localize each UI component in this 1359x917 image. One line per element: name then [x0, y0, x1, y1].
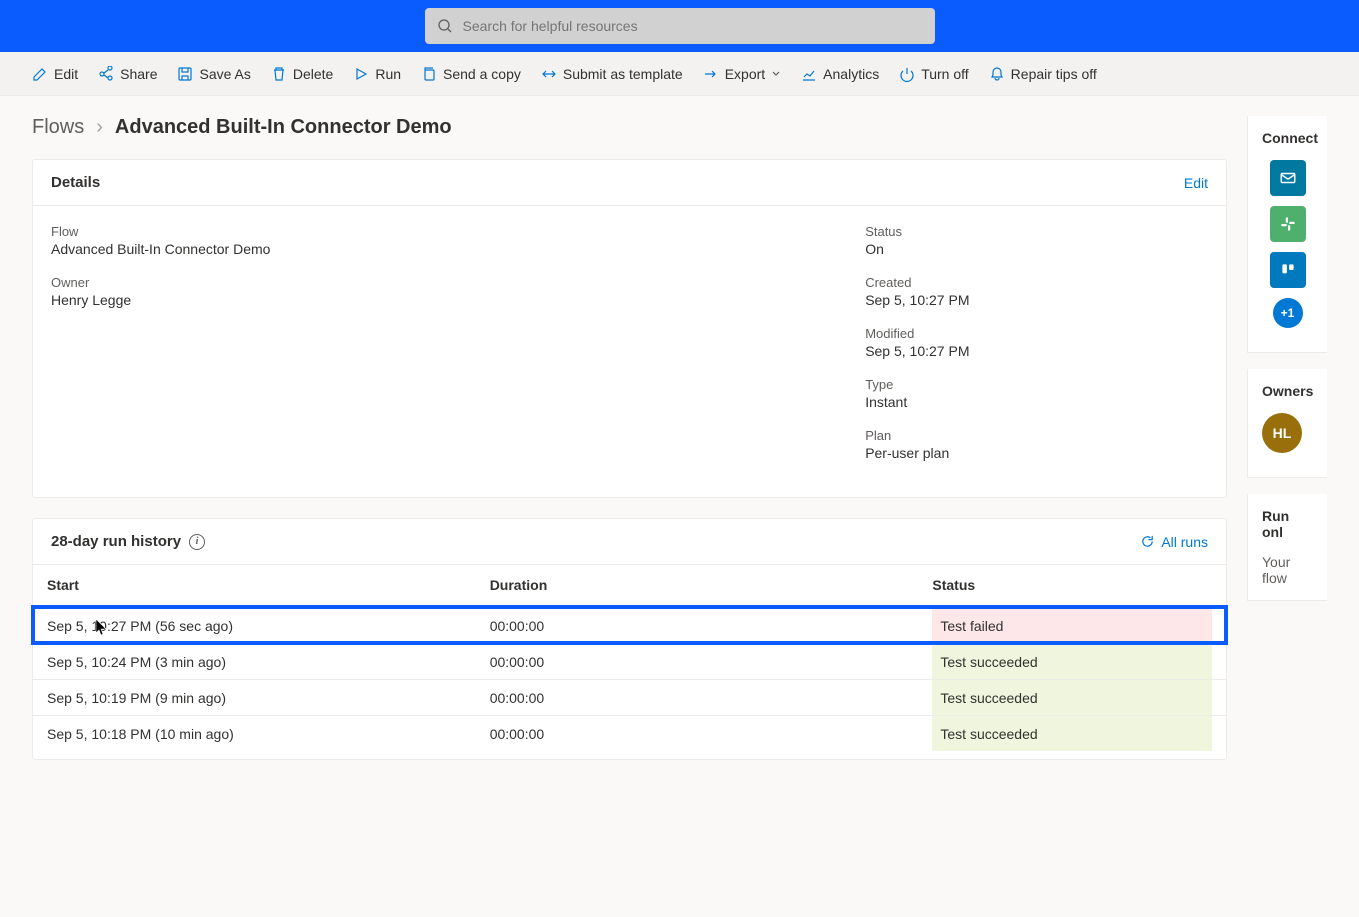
owners-title: Owners — [1262, 383, 1313, 399]
owners-card: Owners HL — [1247, 369, 1327, 478]
run-only-card: Run onl Your flow — [1247, 494, 1327, 601]
breadcrumb: Flows › Advanced Built-In Connector Demo — [32, 116, 1227, 139]
connections-card: Connect +1 — [1247, 116, 1327, 353]
app-header — [0, 0, 1359, 52]
run-duration: 00:00:00 — [490, 726, 933, 742]
run-start: Sep 5, 10:27 PM (56 sec ago) — [47, 618, 490, 634]
all-runs-link[interactable]: All runs — [1140, 534, 1208, 550]
export-icon — [703, 66, 719, 82]
info-icon[interactable]: i — [189, 534, 205, 550]
run-row[interactable]: Sep 5, 10:19 PM (9 min ago)00:00:00Test … — [33, 679, 1226, 715]
page-title: Advanced Built-In Connector Demo — [115, 116, 452, 139]
modified-label: Modified — [865, 326, 1208, 341]
save-as-button[interactable]: Save As — [177, 66, 250, 82]
run-row[interactable]: Sep 5, 10:24 PM (3 min ago)00:00:00Test … — [33, 643, 1226, 679]
status-value: On — [865, 241, 1208, 257]
run-start: Sep 5, 10:18 PM (10 min ago) — [47, 726, 490, 742]
created-label: Created — [865, 275, 1208, 290]
run-row[interactable]: Sep 5, 10:18 PM (10 min ago)00:00:00Test… — [33, 715, 1226, 751]
send-copy-button[interactable]: Send a copy — [421, 66, 521, 82]
breadcrumb-root[interactable]: Flows — [32, 116, 84, 139]
col-start[interactable]: Start — [47, 577, 490, 593]
analytics-button[interactable]: Analytics — [801, 66, 879, 82]
run-only-title: Run onl — [1262, 508, 1313, 540]
owner-value: Henry Legge — [51, 292, 805, 308]
run-start: Sep 5, 10:19 PM (9 min ago) — [47, 690, 490, 706]
flow-label: Flow — [51, 224, 805, 239]
share-button[interactable]: Share — [98, 66, 157, 82]
created-value: Sep 5, 10:27 PM — [865, 292, 1208, 308]
chart-icon — [801, 66, 817, 82]
save-icon — [177, 66, 193, 82]
type-value: Instant — [865, 394, 1208, 410]
run-status: Test succeeded — [932, 680, 1212, 715]
flow-value: Advanced Built-In Connector Demo — [51, 241, 805, 257]
plan-label: Plan — [865, 428, 1208, 443]
table-header: Start Duration Status — [33, 565, 1226, 607]
play-icon — [353, 66, 369, 82]
bell-icon — [989, 66, 1005, 82]
export-button[interactable]: Export — [703, 66, 781, 82]
pencil-icon — [32, 66, 48, 82]
chevron-right-icon: › — [96, 116, 103, 139]
run-history-card: 28-day run history i All runs Start Dura… — [32, 518, 1227, 760]
run-button[interactable]: Run — [353, 66, 401, 82]
run-duration: 00:00:00 — [490, 654, 933, 670]
chevron-down-icon — [771, 69, 781, 79]
details-card: Details Edit Flow Advanced Built-In Conn… — [32, 159, 1227, 498]
share-icon — [98, 66, 114, 82]
run-history-title: 28-day run history i — [51, 533, 205, 550]
modified-value: Sep 5, 10:27 PM — [865, 343, 1208, 359]
search-icon — [437, 18, 453, 34]
run-start: Sep 5, 10:24 PM (3 min ago) — [47, 654, 490, 670]
run-status: Test succeeded — [932, 644, 1212, 679]
turn-off-button[interactable]: Turn off — [899, 66, 968, 82]
trello-connection-icon[interactable] — [1270, 252, 1306, 288]
delete-button[interactable]: Delete — [271, 66, 333, 82]
power-icon — [899, 66, 915, 82]
owner-avatar[interactable]: HL — [1262, 413, 1302, 453]
search-box[interactable] — [425, 8, 935, 44]
copy-icon — [421, 66, 437, 82]
run-status: Test succeeded — [932, 716, 1212, 751]
template-icon — [541, 66, 557, 82]
run-row[interactable]: Sep 5, 10:27 PM (56 sec ago)00:00:00Test… — [33, 607, 1226, 643]
status-label: Status — [865, 224, 1208, 239]
col-status[interactable]: Status — [932, 577, 1212, 593]
details-edit-link[interactable]: Edit — [1184, 175, 1208, 191]
run-duration: 00:00:00 — [490, 690, 933, 706]
search-input[interactable] — [463, 18, 923, 34]
run-duration: 00:00:00 — [490, 618, 933, 634]
details-title: Details — [51, 174, 100, 191]
repair-tips-button[interactable]: Repair tips off — [989, 66, 1097, 82]
plan-value: Per-user plan — [865, 445, 1208, 461]
refresh-icon — [1140, 534, 1155, 549]
trash-icon — [271, 66, 287, 82]
mail-connection-icon[interactable] — [1270, 160, 1306, 196]
run-status: Test failed — [932, 608, 1212, 643]
owner-label: Owner — [51, 275, 805, 290]
slack-connection-icon[interactable] — [1270, 206, 1306, 242]
col-duration[interactable]: Duration — [490, 577, 933, 593]
more-connections-badge[interactable]: +1 — [1273, 298, 1303, 328]
command-bar: Edit Share Save As Delete Run Send a cop… — [0, 52, 1359, 96]
submit-template-button[interactable]: Submit as template — [541, 66, 683, 82]
run-only-text: Your flow — [1262, 554, 1313, 586]
type-label: Type — [865, 377, 1208, 392]
connections-title: Connect — [1262, 130, 1313, 146]
edit-button[interactable]: Edit — [32, 66, 78, 82]
